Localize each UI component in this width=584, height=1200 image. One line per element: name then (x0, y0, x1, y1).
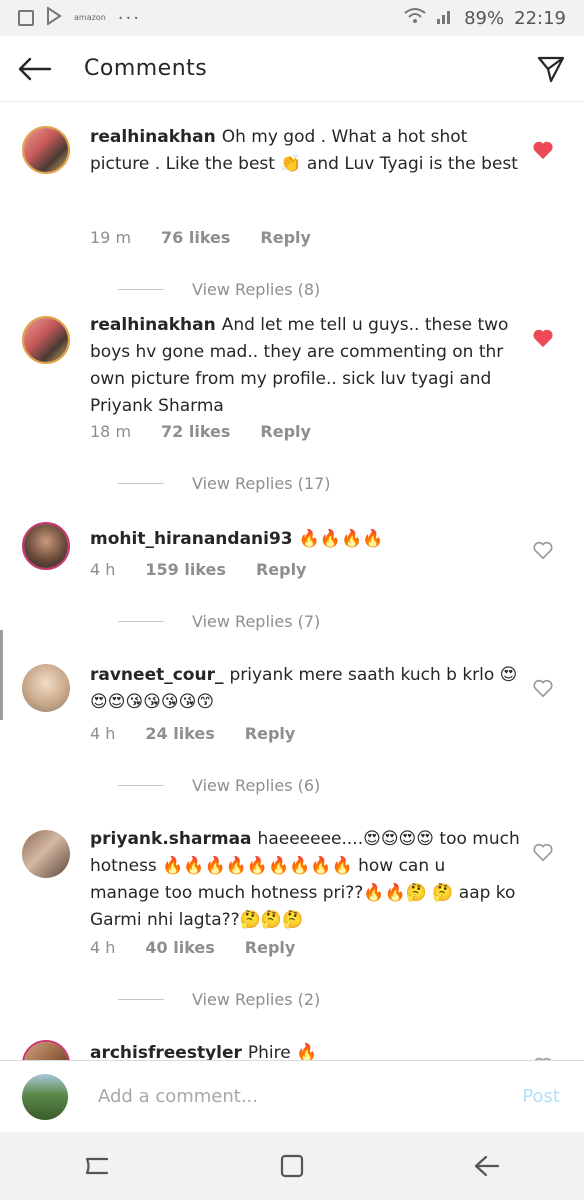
recents-button[interactable] (67, 1136, 127, 1196)
share-button[interactable] (518, 36, 584, 102)
avatar[interactable] (22, 522, 70, 570)
view-replies-button[interactable]: View Replies (2) (118, 990, 320, 1009)
comment-likes[interactable]: 40 likes (145, 938, 214, 957)
view-replies-button[interactable]: View Replies (8) (118, 280, 320, 299)
page-title: Comments (84, 56, 208, 81)
app-header: Comments (0, 36, 584, 102)
wifi-icon (404, 7, 426, 30)
back-nav-icon (474, 1155, 499, 1177)
comment-username[interactable]: ravneet_cour_ (90, 665, 223, 685)
comments-list[interactable]: realhinakhan Oh my god . What a hot shot … (0, 102, 584, 1060)
post-button[interactable]: Post (522, 1086, 560, 1107)
clock: 22:19 (514, 7, 566, 29)
comment-likes[interactable]: 76 likes (161, 228, 230, 247)
status-notifications: amazon ··· (18, 5, 141, 30)
comment-likes[interactable]: 159 likes (145, 560, 226, 579)
comment-likes[interactable]: 72 likes (161, 422, 230, 441)
status-system: 89% 22:19 (404, 7, 566, 30)
comment-text: archisfreestyler Phire 🔥 (90, 1040, 520, 1060)
view-replies-label: View Replies (6) (192, 776, 321, 795)
comment-message: 🔥🔥🔥🔥 (298, 529, 384, 549)
comment-username[interactable]: mohit_hiranandani93 (90, 529, 293, 549)
comment-time: 4 h (90, 560, 116, 579)
comment-username[interactable]: realhinakhan (90, 315, 216, 335)
comment-text: ravneet_cour_ priyank mere saath kuch b k… (90, 662, 520, 716)
comment-likes[interactable]: 24 likes (145, 724, 214, 743)
comment-username[interactable]: priyank.sharmaa (90, 829, 252, 849)
comment-time: 4 h (90, 938, 116, 957)
heart-filled-icon[interactable] (532, 328, 554, 348)
heart-outline-icon[interactable] (532, 842, 554, 862)
signal-icon (436, 7, 454, 30)
replies-divider (118, 289, 164, 290)
replies-divider (118, 785, 164, 786)
comment-time: 18 m (90, 422, 132, 441)
comment-meta: 4 h 159 likes Reply (90, 560, 336, 579)
comment-meta: 19 m 76 likes Reply (90, 228, 341, 247)
comment-meta: 18 m 72 likes Reply (90, 422, 341, 441)
reply-button[interactable]: Reply (245, 938, 296, 957)
comment-meta: 4 h 24 likes Reply (90, 724, 325, 743)
recents-icon (86, 1157, 109, 1175)
arrow-left-icon (18, 57, 52, 80)
heart-outline-icon[interactable] (532, 678, 554, 698)
back-button[interactable] (0, 36, 70, 102)
status-bar: amazon ··· 89% 22:19 (0, 0, 584, 36)
replies-divider (118, 999, 164, 1000)
avatar[interactable] (22, 126, 70, 174)
view-replies-button[interactable]: View Replies (7) (118, 612, 320, 631)
comment-meta: 4 h 40 likes Reply (90, 938, 325, 957)
send-icon (537, 56, 565, 82)
my-avatar (22, 1073, 68, 1120)
avatar[interactable] (22, 316, 70, 364)
reply-button[interactable]: Reply (260, 228, 311, 247)
comment-message: Phire 🔥 (247, 1043, 318, 1060)
reply-button[interactable]: Reply (260, 422, 311, 441)
view-replies-label: View Replies (17) (192, 474, 331, 493)
amazon-icon: amazon (74, 13, 106, 22)
view-replies-label: View Replies (8) (192, 280, 321, 299)
battery-level: 89% (464, 7, 505, 29)
view-replies-button[interactable]: View Replies (6) (118, 776, 320, 795)
home-icon (280, 1154, 304, 1178)
view-replies-button[interactable]: View Replies (17) (118, 474, 330, 493)
heart-outline-icon[interactable] (532, 540, 554, 560)
system-nav-bar (0, 1132, 584, 1200)
avatar[interactable] (22, 830, 70, 878)
image-icon (18, 10, 34, 26)
reply-button[interactable]: Reply (256, 560, 307, 579)
comment-text: priyank.sharmaa haeeeeee....😍😍😍😍 too much… (90, 826, 520, 934)
avatar[interactable] (22, 664, 70, 712)
comment-username[interactable]: realhinakhan (90, 127, 216, 147)
replies-divider (118, 483, 164, 484)
comment-text: realhinakhan And let me tell u guys.. the… (90, 312, 520, 420)
view-replies-label: View Replies (7) (192, 612, 321, 631)
comment-username[interactable]: archisfreestyler (90, 1043, 242, 1060)
comment-composer: Post (0, 1060, 584, 1132)
comment-text: realhinakhan Oh my god . What a hot shot … (90, 124, 520, 178)
back-nav-button[interactable] (457, 1136, 517, 1196)
avatar[interactable] (22, 1040, 70, 1060)
home-button[interactable] (262, 1136, 322, 1196)
reply-button[interactable]: Reply (245, 724, 296, 743)
scrollbar[interactable] (0, 630, 3, 720)
replies-divider (118, 621, 164, 622)
comment-text: mohit_hiranandani93 🔥🔥🔥🔥 (90, 526, 520, 553)
more-notifications-icon: ··· (117, 7, 141, 29)
comment-time: 19 m (90, 228, 132, 247)
comment-input[interactable] (98, 1086, 478, 1107)
comment-time: 4 h (90, 724, 116, 743)
heart-filled-icon[interactable] (532, 140, 554, 160)
view-replies-label: View Replies (2) (192, 990, 321, 1009)
play-store-icon (46, 5, 62, 30)
